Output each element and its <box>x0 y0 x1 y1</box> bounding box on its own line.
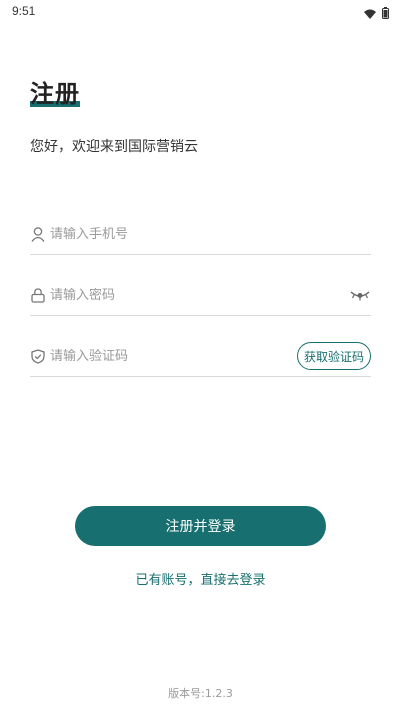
password-field <box>30 275 371 316</box>
user-icon <box>30 226 46 242</box>
eye-closed-icon[interactable] <box>349 286 371 304</box>
verification-code-input[interactable] <box>50 348 297 364</box>
status-bar: 9:51 <box>0 0 401 24</box>
go-login-link[interactable]: 已有账号，直接去登录 <box>0 569 401 588</box>
lock-icon <box>30 287 46 303</box>
status-icons <box>364 4 389 23</box>
phone-field <box>30 214 371 255</box>
wifi-icon <box>364 4 376 23</box>
password-input[interactable] <box>50 287 349 303</box>
status-time: 9:51 <box>12 4 36 18</box>
get-code-button[interactable]: 获取验证码 <box>296 342 371 370</box>
page-title-block: 注册 <box>30 74 80 109</box>
page-title: 注册 <box>30 80 80 108</box>
shield-check-icon <box>30 348 46 364</box>
phone-input[interactable] <box>50 226 371 242</box>
version-text: 版本号:1.2.3 <box>168 687 233 700</box>
register-button[interactable]: 注册并登录 <box>75 506 326 546</box>
battery-icon <box>382 4 389 23</box>
welcome-text: 您好，欢迎来到国际营销云 <box>30 139 198 155</box>
verification-code-field: 获取验证码 <box>30 336 371 377</box>
